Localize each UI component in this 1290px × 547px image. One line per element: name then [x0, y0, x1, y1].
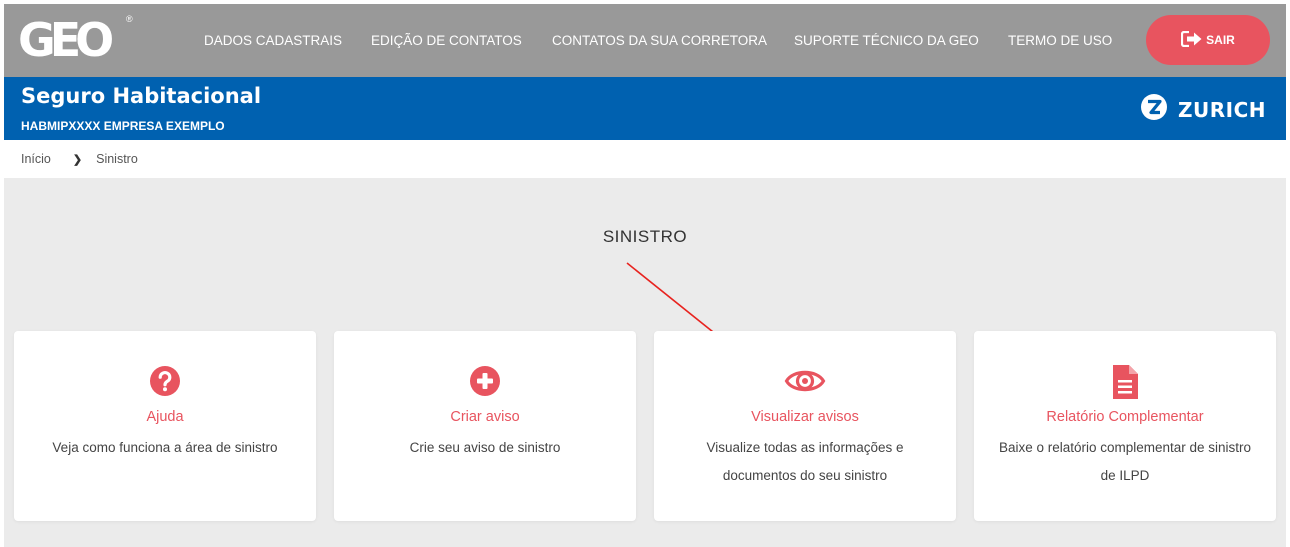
company-name: EMPRESA EXEMPLO — [103, 119, 225, 133]
card-relatorio-complementar[interactable]: Relatório Complementar Baixe o relatório… — [974, 331, 1276, 521]
geo-logo[interactable]: GEO ® — [18, 12, 134, 68]
nav-dados-cadastrais[interactable]: DADOS CADASTRAIS — [204, 4, 342, 77]
chevron-right-icon: ❯ — [72, 153, 83, 166]
nav-suporte-tecnico[interactable]: SUPORTE TÉCNICO DA GEO — [794, 4, 979, 77]
card-description: Visualize todas as informações e documen… — [706, 440, 904, 483]
breadcrumb: Início ❯ Sinistro — [4, 140, 1286, 178]
logo-text: GEO — [18, 13, 114, 67]
insurer-name: ZURICH — [1178, 97, 1266, 122]
card-criar-aviso[interactable]: Criar aviso Crie seu aviso de sinistro — [334, 331, 636, 521]
policy-code: HABMIPXXXX — [21, 119, 101, 133]
card-description: Crie seu aviso de sinistro — [409, 440, 561, 455]
card-title: Visualizar avisos — [751, 409, 859, 425]
card-description: Veja como funciona a área de sinistro — [52, 440, 278, 455]
card-title: Criar aviso — [450, 409, 520, 425]
plus-circle-icon — [334, 364, 636, 398]
file-text-icon — [974, 364, 1276, 399]
logout-button[interactable]: SAIR — [1146, 15, 1270, 65]
registered-mark: ® — [126, 14, 133, 24]
card-title: Relatório Complementar — [1046, 409, 1204, 425]
product-header: Seguro Habitacional HABMIPXXXX EMPRESA E… — [4, 77, 1286, 140]
breadcrumb-home[interactable]: Início — [21, 152, 51, 166]
card-title: Ajuda — [146, 409, 184, 425]
logout-label: SAIR — [1206, 33, 1235, 47]
sign-out-icon — [1181, 30, 1203, 50]
product-subtitle: HABMIPXXXX EMPRESA EXEMPLO — [21, 119, 225, 133]
card-visualizar-avisos[interactable]: Visualizar avisos Visualize todas as inf… — [654, 331, 956, 521]
question-circle-icon — [14, 364, 316, 398]
insurer-logo: ZURICH — [1140, 93, 1266, 126]
main-content: SINISTRO Ajuda Veja como funciona a área… — [4, 178, 1286, 547]
breadcrumb-current: Sinistro — [96, 152, 138, 166]
nav-contatos-da-corretora[interactable]: CONTATOS DA SUA CORRETORA — [552, 4, 767, 77]
nav-edicao-de-contatos[interactable]: EDIÇÃO DE CONTATOS — [371, 4, 522, 77]
nav-termo-de-uso[interactable]: TERMO DE USO — [1008, 4, 1112, 77]
eye-icon — [654, 364, 956, 398]
zurich-z-icon — [1140, 93, 1168, 126]
top-navigation-bar: GEO ® DADOS CADASTRAIS EDIÇÃO DE CONTATO… — [4, 4, 1286, 77]
card-ajuda[interactable]: Ajuda Veja como funciona a área de sinis… — [14, 331, 316, 521]
card-description: Baixe o relatório complementar de sinist… — [998, 440, 1252, 483]
product-title: Seguro Habitacional — [21, 84, 262, 108]
